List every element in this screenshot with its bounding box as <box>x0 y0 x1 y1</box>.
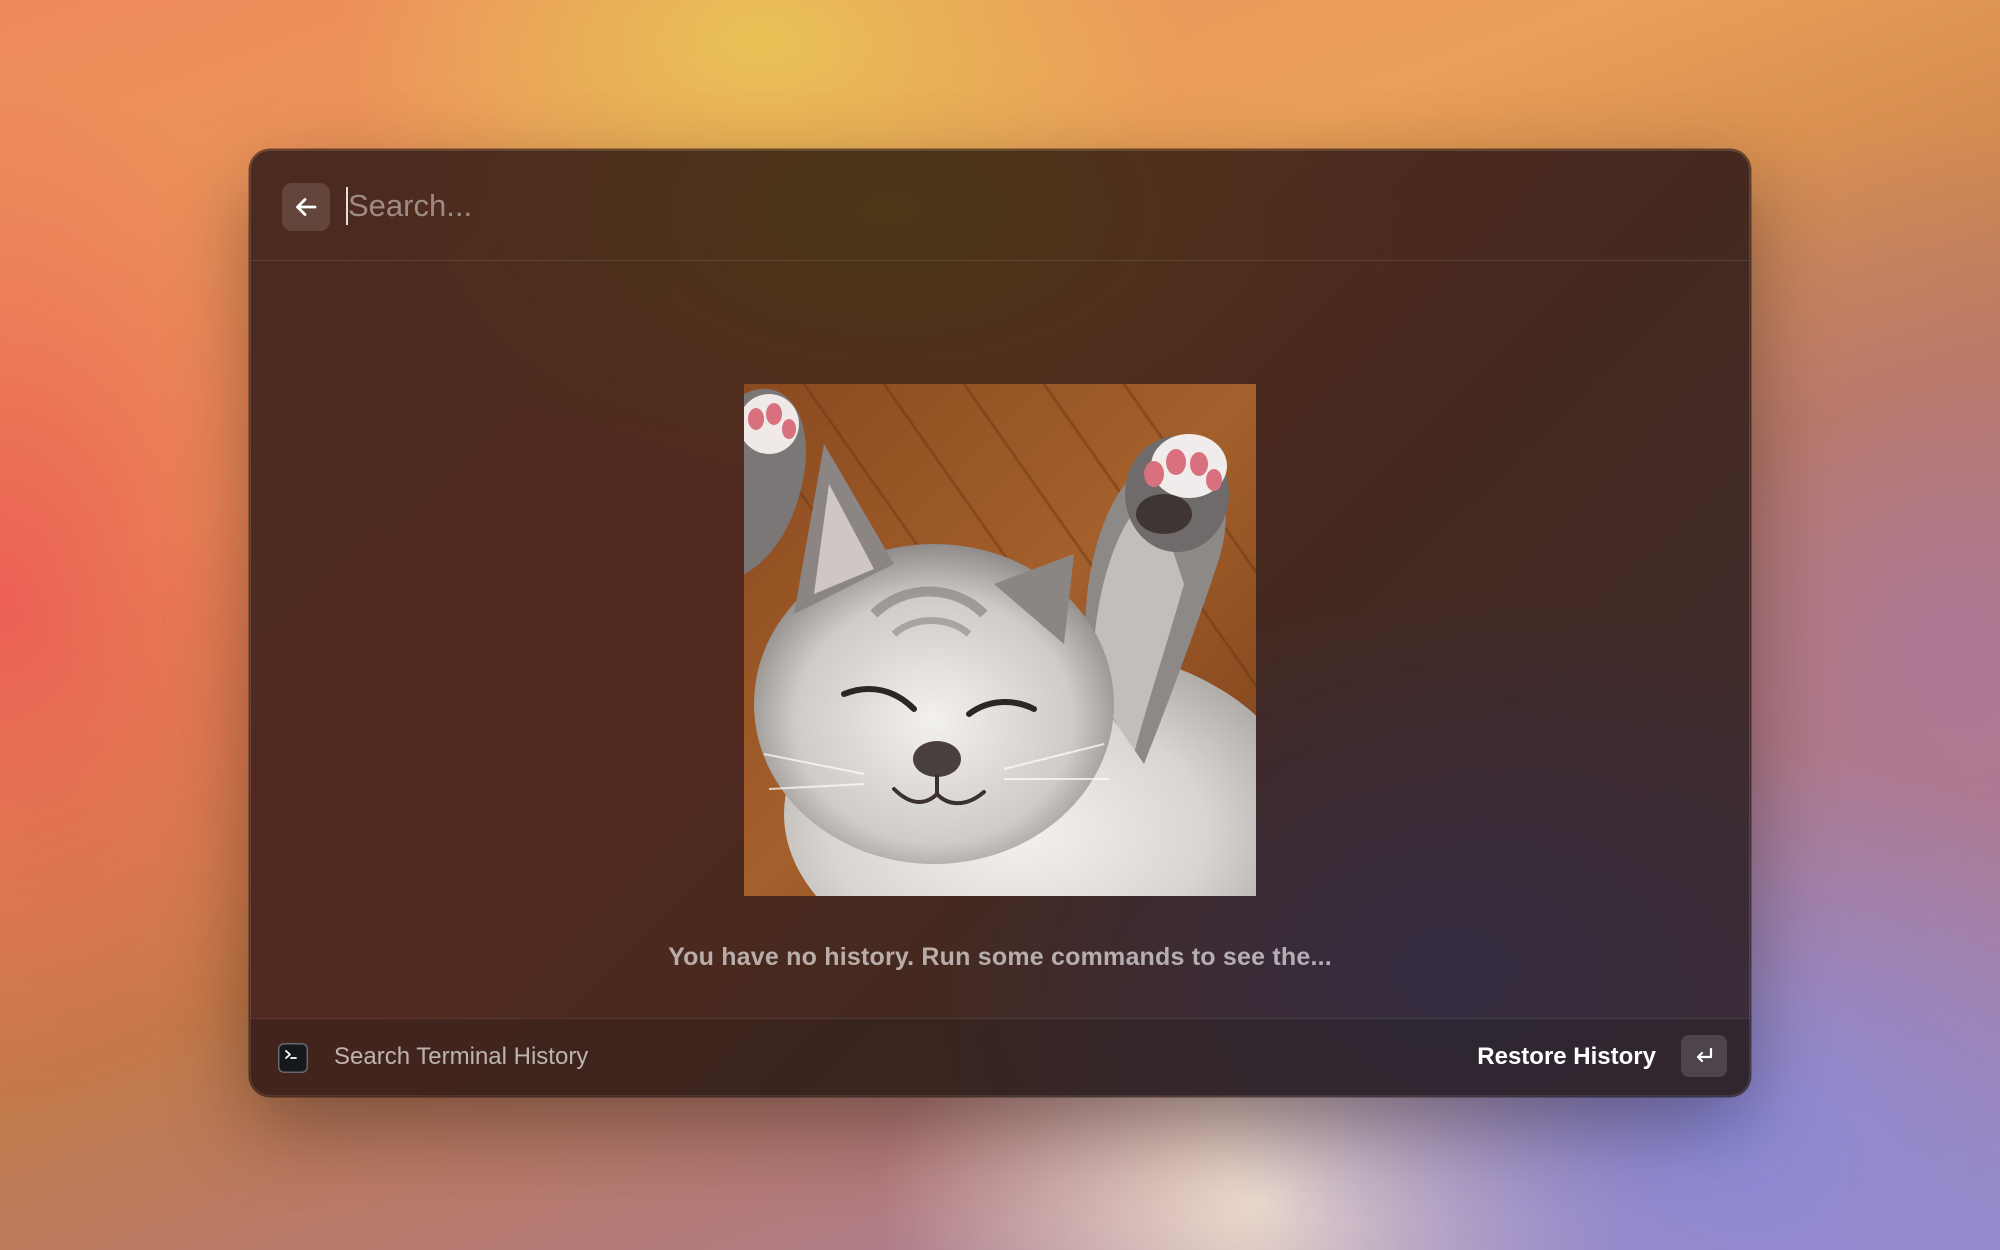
sleeping-kitten-image <box>744 384 1256 896</box>
restore-history-button[interactable]: Restore History <box>1477 1043 1656 1071</box>
search-input[interactable] <box>346 180 1698 232</box>
launcher-window: You have no history. Run some commands t… <box>250 150 1750 1096</box>
terminal-icon <box>278 1043 308 1073</box>
action-bar: Search Terminal History Restore History <box>250 1018 1750 1096</box>
command-title: Search Terminal History <box>334 1043 589 1070</box>
return-key-icon <box>1696 1047 1713 1063</box>
back-button[interactable] <box>282 183 330 231</box>
return-key-button[interactable] <box>1681 1035 1727 1077</box>
text-caret <box>346 187 348 225</box>
arrow-left-icon <box>296 198 317 216</box>
empty-state-message: You have no history. Run some commands t… <box>668 943 1332 971</box>
search-bar <box>250 150 1750 261</box>
